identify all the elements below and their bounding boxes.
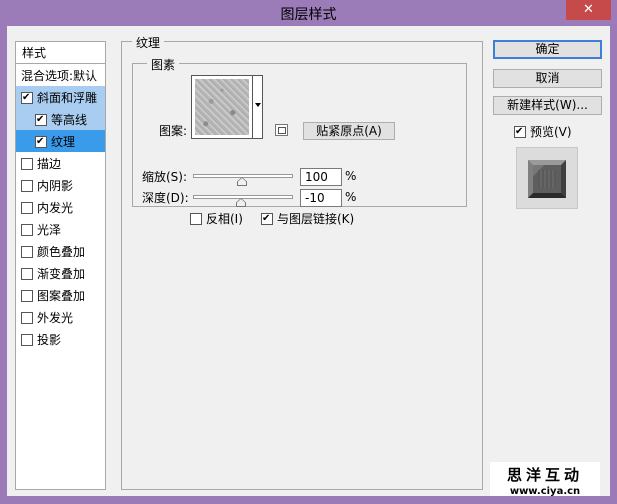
style-item-outer-glow[interactable]: 外发光 [16, 306, 105, 328]
style-item-pattern-overlay[interactable]: 图案叠加 [16, 284, 105, 306]
style-item-label: 渐变叠加 [37, 267, 86, 281]
style-item-contour[interactable]: 等高线 [16, 108, 105, 130]
texture-panel: 纹理 图素 图案: 贴紧原点(A) 缩放(S): 100 % 深度(D): -1… [121, 34, 483, 490]
scale-label: 缩放(S): [142, 170, 188, 184]
pattern-label: 图案: [159, 124, 188, 138]
depth-unit: % [345, 190, 357, 204]
style-item-label: 纹理 [51, 135, 76, 149]
contour-checkbox[interactable] [35, 114, 47, 126]
preview-bevel-square [528, 160, 566, 198]
watermark-url: www.ciya.cn [509, 486, 581, 497]
invert-label: 反相(I) [206, 212, 243, 226]
color-overlay-checkbox[interactable] [21, 246, 33, 258]
ok-button[interactable]: 确定 [493, 40, 602, 59]
styles-header[interactable]: 样式 [16, 42, 105, 64]
style-item-bevel-emboss[interactable]: 斜面和浮雕 [16, 86, 105, 108]
dialog-body: 样式 混合选项:默认 斜面和浮雕 等高线 纹理 描边 内阴影 内发光 光泽 颜色… [7, 26, 610, 497]
watermark: 思洋互动 www.ciya.cn [490, 462, 600, 497]
style-item-stroke[interactable]: 描边 [16, 152, 105, 174]
scale-slider-thumb-fill [238, 178, 246, 185]
inner-glow-checkbox[interactable] [21, 202, 33, 214]
cancel-button[interactable]: 取消 [493, 69, 602, 88]
scale-input[interactable]: 100 [300, 168, 342, 186]
title-bar: 图层样式 ✕ [0, 0, 617, 25]
texture-group-title: 纹理 [132, 34, 165, 51]
style-item-inner-glow[interactable]: 内发光 [16, 196, 105, 218]
window-title: 图层样式 [280, 7, 337, 23]
preview-checkbox[interactable] [514, 126, 526, 138]
link-with-layer-checkbox[interactable] [261, 213, 273, 225]
style-item-label: 光泽 [37, 223, 62, 237]
style-item-inner-shadow[interactable]: 内阴影 [16, 174, 105, 196]
pattern-overlay-checkbox[interactable] [21, 290, 33, 302]
style-item-gradient-overlay[interactable]: 渐变叠加 [16, 262, 105, 284]
gradient-overlay-checkbox[interactable] [21, 268, 33, 280]
style-item-label: 外发光 [37, 311, 74, 325]
satin-checkbox[interactable] [21, 224, 33, 236]
pattern-dropdown-arrow-icon[interactable] [253, 75, 263, 139]
style-item-drop-shadow[interactable]: 投影 [16, 328, 105, 350]
new-preset-icon[interactable] [275, 124, 288, 136]
styles-list: 样式 混合选项:默认 斜面和浮雕 等高线 纹理 描边 内阴影 内发光 光泽 颜色… [15, 41, 106, 490]
pattern-picker[interactable] [191, 75, 253, 139]
scale-slider-track[interactable] [193, 174, 293, 178]
preview-texture [538, 170, 556, 188]
close-button[interactable]: ✕ [566, 0, 611, 20]
outer-glow-checkbox[interactable] [21, 312, 33, 324]
preview-label: 预览(V) [530, 125, 572, 139]
snap-to-origin-button[interactable]: 贴紧原点(A) [303, 122, 395, 140]
style-item-label: 图案叠加 [37, 289, 86, 303]
inner-shadow-checkbox[interactable] [21, 180, 33, 192]
style-item-label: 内阴影 [37, 179, 74, 193]
style-preview [516, 147, 578, 209]
depth-input[interactable]: -10 [300, 189, 342, 207]
blending-options-item[interactable]: 混合选项:默认 [16, 64, 105, 86]
depth-slider-thumb-fill [237, 199, 245, 206]
link-with-layer-option[interactable]: 与图层链接(K) [261, 210, 354, 227]
pattern-swatch [195, 79, 249, 135]
style-item-label: 描边 [37, 157, 62, 171]
elements-group: 图素 图案: 贴紧原点(A) 缩放(S): 100 % 深度(D): -10 % [132, 56, 467, 226]
scale-unit: % [345, 169, 357, 183]
bevel-emboss-checkbox[interactable] [21, 92, 33, 104]
style-item-color-overlay[interactable]: 颜色叠加 [16, 240, 105, 262]
style-item-label: 投影 [37, 333, 62, 347]
style-item-label: 内发光 [37, 201, 74, 215]
close-icon: ✕ [583, 2, 594, 17]
watermark-title: 思洋互动 [506, 466, 583, 484]
link-with-layer-label: 与图层链接(K) [277, 212, 355, 226]
stroke-checkbox[interactable] [21, 158, 33, 170]
invert-option[interactable]: 反相(I) [190, 210, 243, 227]
elements-group-title: 图素 [147, 56, 180, 73]
preview-option[interactable]: 预览(V) [514, 123, 572, 140]
style-item-label: 等高线 [51, 113, 88, 127]
depth-slider-track[interactable] [193, 195, 293, 199]
depth-label: 深度(D): [142, 191, 189, 205]
style-item-label: 颜色叠加 [37, 245, 86, 259]
new-style-button[interactable]: 新建样式(W)... [493, 96, 602, 115]
style-item-texture[interactable]: 纹理 [16, 130, 105, 152]
style-item-satin[interactable]: 光泽 [16, 218, 105, 240]
style-item-label: 斜面和浮雕 [37, 91, 98, 105]
invert-checkbox[interactable] [190, 213, 202, 225]
drop-shadow-checkbox[interactable] [21, 334, 33, 346]
texture-checkbox[interactable] [35, 136, 47, 148]
